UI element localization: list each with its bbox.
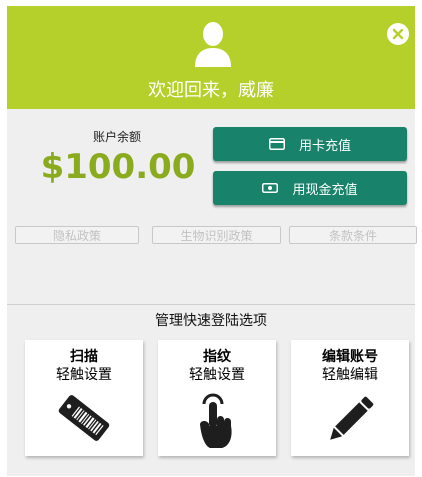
tap-finger-icon	[200, 393, 232, 448]
cash-icon	[262, 183, 279, 193]
privacy-policy-link[interactable]: 隐私政策	[15, 226, 139, 244]
close-button[interactable]	[387, 23, 409, 45]
scan-tile-title: 扫描	[70, 349, 98, 365]
terms-conditions-link[interactable]: 条款条件	[289, 226, 417, 244]
user-avatar-icon	[195, 22, 231, 67]
reload-card-button[interactable]: 用卡充值	[213, 127, 407, 161]
reload-card-label: 用卡充值	[298, 138, 351, 154]
quick-login-title: 管理快速登陆选项	[155, 313, 267, 329]
account-panel: 欢迎回来，威廉 账户余额 $100.00 用卡充值 用现金充值 隐私政策 生物识…	[7, 6, 417, 476]
welcome-header: 欢迎回来，威廉	[7, 6, 415, 109]
fingerprint-tile-subtitle: 轻触设置	[189, 367, 245, 383]
pencil-icon	[330, 396, 374, 440]
edit-account-tile-title: 编辑账号	[322, 349, 378, 365]
fingerprint-tile-title: 指纹	[203, 349, 231, 365]
biometric-policy-link[interactable]: 生物识别政策	[152, 226, 281, 244]
welcome-text: 欢迎回来，威廉	[148, 80, 274, 101]
fingerprint-tile[interactable]: 指纹 轻触设置	[158, 340, 276, 456]
edit-account-tile[interactable]: 编辑账号 轻触编辑	[291, 340, 409, 456]
reload-cash-label: 用现金充值	[292, 182, 358, 198]
scan-tile[interactable]: 扫描 轻触设置	[25, 340, 143, 456]
close-circle-icon	[392, 28, 404, 40]
balance-label: 账户余额	[92, 130, 141, 144]
barcode-card-icon	[58, 395, 110, 441]
balance-amount: $100.00	[40, 147, 196, 187]
reload-cash-button[interactable]: 用现金充值	[213, 171, 407, 205]
section-divider	[7, 304, 415, 305]
scan-tile-subtitle: 轻触设置	[56, 367, 112, 383]
credit-card-icon	[268, 138, 285, 150]
edit-account-tile-subtitle: 轻触编辑	[322, 367, 378, 383]
